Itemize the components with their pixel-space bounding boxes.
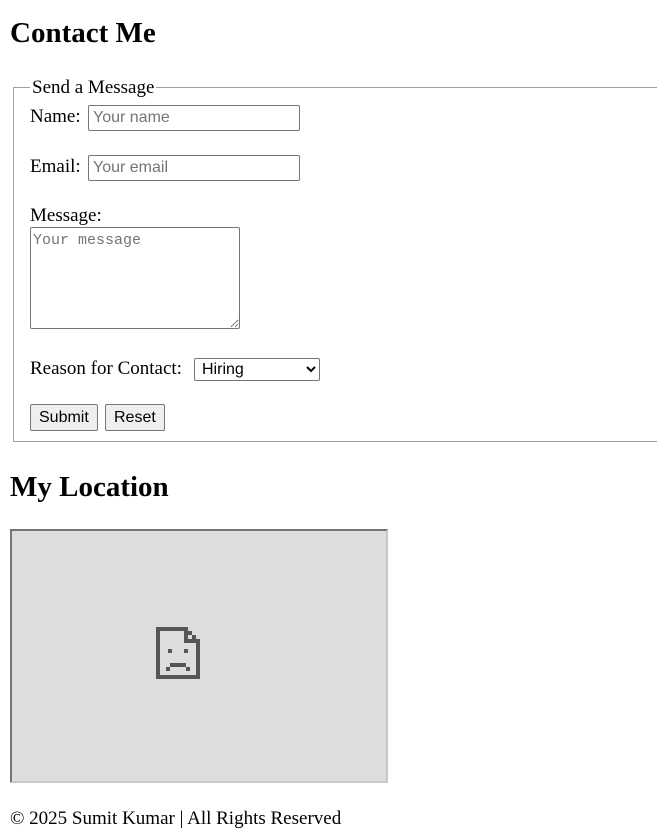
reason-select[interactable]: Hiring: [194, 358, 320, 381]
message-textarea[interactable]: [30, 227, 240, 329]
email-label: Email:: [30, 156, 81, 177]
location-heading: My Location: [10, 471, 169, 503]
message-label: Message:: [30, 205, 102, 226]
reason-label: Reason for Contact:: [30, 358, 182, 379]
name-input[interactable]: [88, 105, 300, 131]
broken-page-icon: [156, 627, 200, 679]
submit-button[interactable]: Submit: [30, 404, 98, 431]
reset-button[interactable]: Reset: [105, 404, 165, 431]
fieldset-legend: Send a Message: [30, 77, 157, 99]
name-label: Name:: [30, 106, 81, 127]
contact-heading: Contact Me: [10, 17, 156, 49]
footer-copyright: © 2025 Sumit Kumar | All Rights Reserved: [10, 808, 342, 829]
email-input[interactable]: [88, 155, 300, 181]
map-embed[interactable]: [10, 529, 388, 783]
